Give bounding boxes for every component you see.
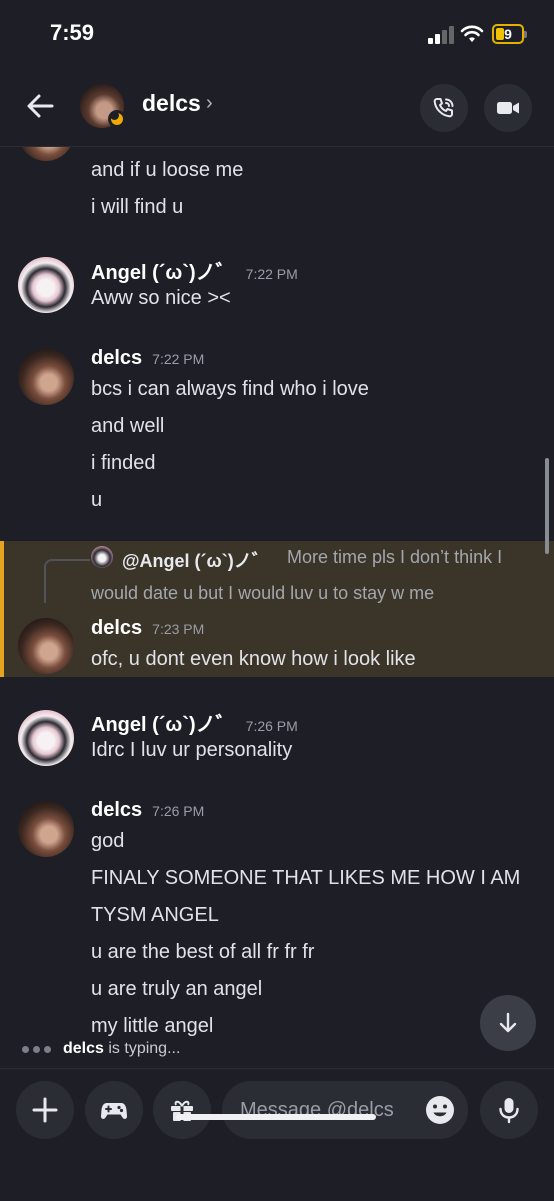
typing-indicator: delcs is typing...	[22, 1040, 180, 1058]
avatar[interactable]	[18, 147, 74, 161]
emoji-icon[interactable]	[424, 1094, 456, 1126]
author-name[interactable]: delcs	[91, 799, 142, 821]
reply-connector	[44, 559, 90, 603]
author-name[interactable]: Angel (´ω`)ノ゛	[91, 262, 236, 284]
composer-bar	[0, 1068, 554, 1201]
reply-preview-text[interactable]: More time pls I don’t think I	[287, 547, 502, 568]
message-text: TYSM ANGEL	[91, 904, 219, 926]
idle-status-icon	[108, 110, 126, 128]
message-text: ofc, u dont even know how i look like	[91, 648, 416, 670]
scrollbar-thumb[interactable]	[545, 458, 549, 554]
microphone-icon	[499, 1098, 519, 1124]
wifi-icon	[460, 25, 484, 42]
reply-preview-text[interactable]: would date u but I would luv u to stay w…	[91, 583, 434, 604]
message-author[interactable]: Angel (´ω`)ノ゛ 7:26 PM	[91, 708, 298, 737]
message-author[interactable]: delcs 7:26 PM	[91, 799, 204, 822]
signal-icon	[428, 26, 456, 44]
message-text: i will find u	[91, 196, 184, 218]
battery-level: 9	[504, 26, 512, 42]
typing-text: is typing...	[108, 1040, 181, 1058]
video-call-button[interactable]	[484, 84, 532, 132]
jump-to-present-button[interactable]	[480, 995, 536, 1051]
voice-message-button[interactable]	[480, 1081, 538, 1139]
message-text: u are truly an angel	[91, 978, 263, 1000]
add-attachment-button[interactable]	[16, 1081, 74, 1139]
chevron-right-icon[interactable]: ›	[206, 92, 213, 115]
message-text: Idrc I luv ur personality	[91, 739, 293, 761]
message-text: and if u loose me	[91, 159, 244, 181]
typing-dots-icon	[22, 1040, 55, 1058]
avatar[interactable]	[18, 349, 74, 405]
message-list[interactable]: and if u loose me i will find u Angel (´…	[0, 147, 554, 1037]
message-timestamp: 7:26 PM	[152, 803, 205, 819]
reply-avatar	[91, 546, 113, 568]
message-text: my little angel	[91, 1015, 214, 1037]
message-author[interactable]: delcs 7:22 PM	[91, 347, 204, 370]
phone-call-icon	[433, 98, 454, 118]
message-text: u are the best of all fr fr fr	[91, 941, 315, 963]
battery-icon: 9	[492, 24, 527, 44]
author-name[interactable]: delcs	[91, 347, 142, 369]
typing-user: delcs	[63, 1040, 104, 1058]
home-indicator[interactable]	[176, 1114, 376, 1120]
message-input[interactable]	[240, 1081, 410, 1139]
message-author[interactable]: delcs 7:23 PM	[91, 617, 204, 640]
message-field[interactable]	[222, 1081, 468, 1139]
message-timestamp: 7:22 PM	[245, 266, 298, 282]
avatar[interactable]	[18, 710, 74, 766]
avatar[interactable]	[18, 618, 74, 674]
arrow-down-icon	[499, 1012, 517, 1033]
activities-button[interactable]	[85, 1081, 143, 1139]
gift-button[interactable]	[153, 1081, 211, 1139]
avatar[interactable]	[18, 257, 74, 313]
message-text: bcs i can always find who i love	[91, 378, 369, 400]
author-name[interactable]: Angel (´ω`)ノ゛	[91, 714, 236, 736]
gamepad-icon	[100, 1103, 128, 1119]
message-timestamp: 7:23 PM	[152, 621, 205, 637]
reply-author[interactable]: @Angel (´ω`)ノ゛	[122, 547, 270, 573]
status-bar: 7:59 9	[0, 0, 554, 70]
video-camera-icon	[497, 102, 519, 114]
plus-icon	[32, 1097, 58, 1123]
voice-call-button[interactable]	[420, 84, 468, 132]
header-username[interactable]: delcs	[142, 90, 201, 117]
chat-header: delcs ›	[0, 70, 554, 147]
avatar[interactable]	[18, 801, 74, 857]
message-text: and well	[91, 415, 165, 437]
message-text: u	[91, 489, 103, 511]
back-arrow-icon[interactable]	[22, 88, 58, 124]
status-time: 7:59	[50, 20, 95, 45]
message-text: Aww so nice ><	[91, 287, 231, 309]
message-text: i finded	[91, 452, 156, 474]
message-text: FINALY SOMEONE THAT LIKES ME HOW I AM	[91, 867, 521, 889]
message-timestamp: 7:26 PM	[245, 718, 298, 734]
message-author[interactable]: Angel (´ω`)ノ゛ 7:22 PM	[91, 256, 298, 285]
message-text: god	[91, 830, 125, 852]
message-timestamp: 7:22 PM	[152, 351, 205, 367]
author-name[interactable]: delcs	[91, 617, 142, 639]
